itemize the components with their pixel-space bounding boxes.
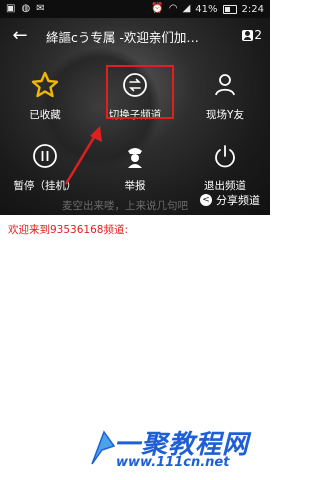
highlight-box bbox=[106, 65, 174, 119]
wifi-icon: ◠ bbox=[168, 3, 178, 14]
exit-channel-button[interactable]: 退出频道 bbox=[180, 141, 270, 193]
battery-icon bbox=[222, 4, 237, 14]
favorite-button[interactable]: 已收藏 bbox=[0, 70, 90, 122]
member-count-value: 2 bbox=[254, 28, 262, 42]
alarm-icon: ⏰ bbox=[151, 3, 164, 14]
channel-title: 絳謳cう专属 -欢迎亲们加… bbox=[46, 30, 199, 45]
live-friends-button[interactable]: 现场Y友 bbox=[180, 70, 270, 122]
signal-icon: ◢ bbox=[182, 3, 191, 14]
share-icon: < bbox=[200, 194, 212, 206]
member-count[interactable]: 2 bbox=[242, 28, 262, 42]
mic-status-text: 麦空出来喽，上来说几句吧 bbox=[62, 200, 188, 212]
app-icon: ◍ bbox=[21, 3, 31, 14]
member-icon bbox=[242, 29, 254, 41]
pause-icon bbox=[33, 144, 57, 168]
power-icon bbox=[215, 145, 235, 168]
share-channel-label: 分享频道 bbox=[216, 194, 260, 207]
live-friends-label: 现场Y友 bbox=[206, 109, 244, 121]
watermark: 一聚教程网 www.111cn.net bbox=[88, 420, 264, 476]
welcome-message: 欢迎来到93536168频道: bbox=[8, 224, 128, 236]
status-bar: ▣ ◍ ✉ ⏰ ◠ ◢ 41% 2:24 bbox=[0, 0, 270, 18]
exit-channel-label: 退出频道 bbox=[204, 180, 246, 192]
police-icon bbox=[128, 148, 142, 168]
share-channel-button[interactable]: < 分享频道 bbox=[200, 192, 260, 208]
header: ← 絳謳cう专属 -欢迎亲们加… 2 bbox=[0, 18, 270, 54]
red-arrow-icon bbox=[64, 126, 102, 185]
battery-percent: 41% bbox=[195, 3, 218, 15]
message-icon: ✉ bbox=[36, 3, 45, 14]
notification-icon: ▣ bbox=[6, 3, 16, 14]
back-arrow-icon[interactable]: ← bbox=[10, 26, 30, 46]
star-icon bbox=[31, 71, 59, 98]
user-icon bbox=[215, 74, 235, 96]
clock: 2:24 bbox=[241, 3, 264, 15]
watermark-url: www.111cn.net bbox=[116, 455, 230, 470]
